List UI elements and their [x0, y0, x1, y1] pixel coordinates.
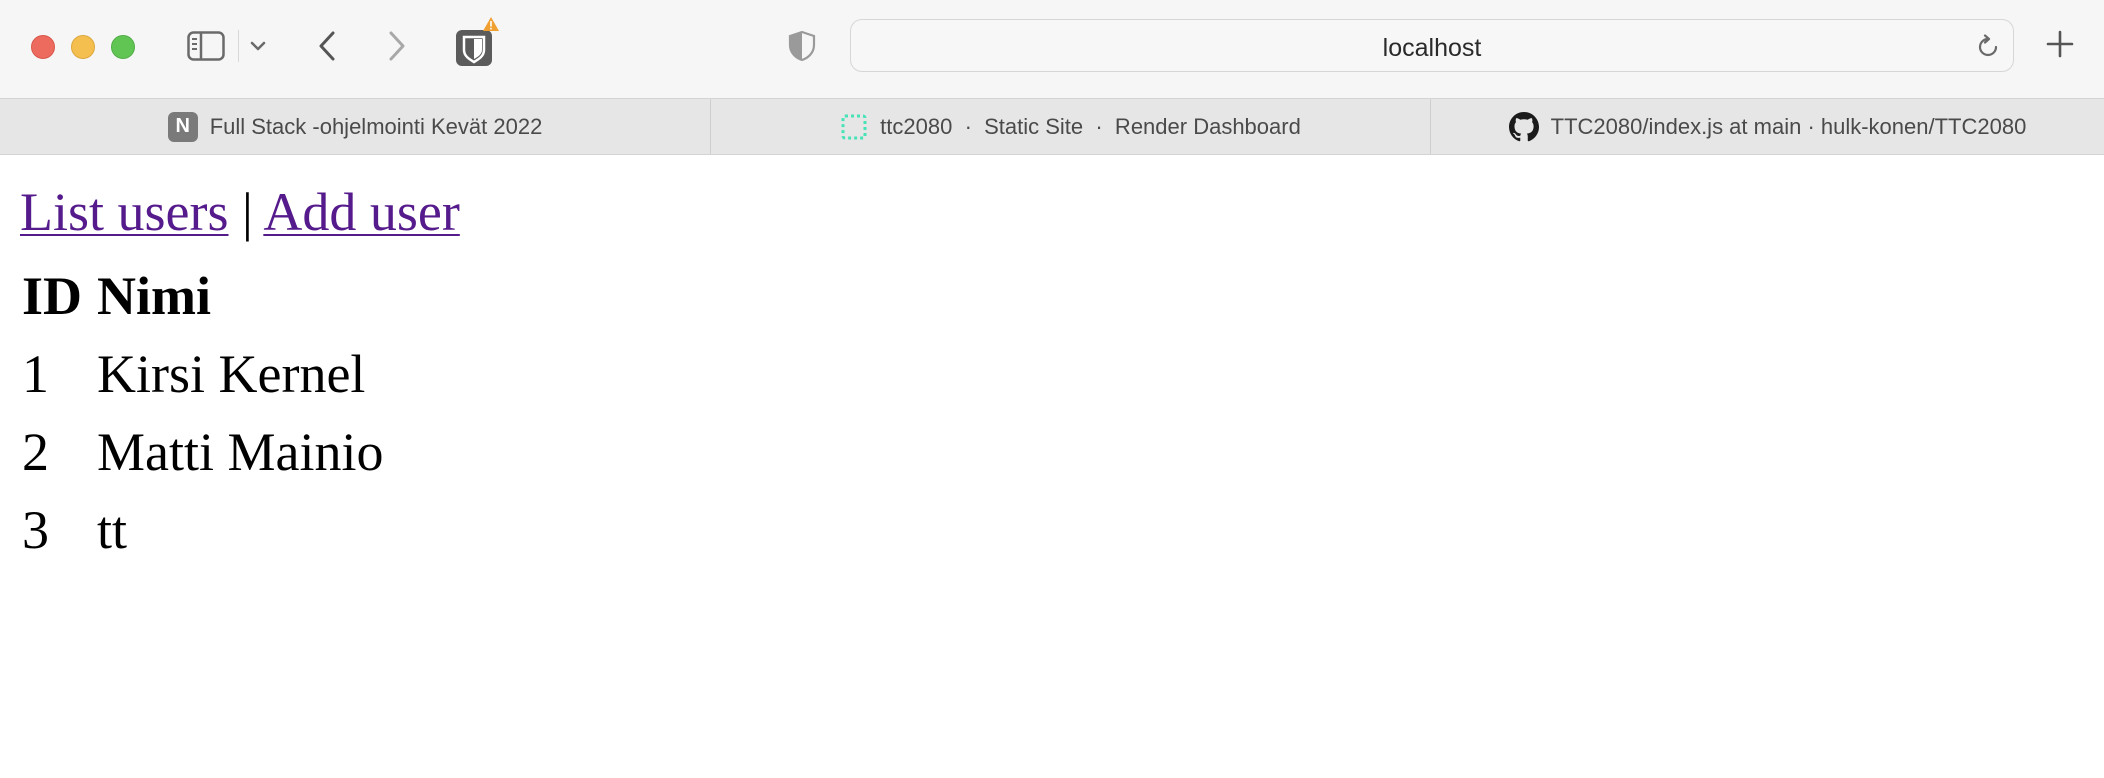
tab-bar: N Full Stack -ohjelmointi Kevät 2022 ttc…: [0, 98, 2104, 155]
tab-github[interactable]: TTC2080/index.js at main · hulk-konen/TT…: [1431, 99, 2104, 154]
window-maximize-button[interactable]: [111, 35, 135, 59]
list-users-link[interactable]: List users: [20, 182, 229, 242]
page-nav: List users | Add user: [20, 181, 460, 243]
cell-id: 3: [22, 500, 49, 560]
table-row: 3 tt: [22, 493, 383, 567]
browser-toolbar: localhost: [0, 0, 2104, 98]
shield-icon: [788, 30, 816, 62]
users-table: ID Nimi 1 Kirsi Kernel 2 Matti Mainio 3 …: [14, 255, 391, 571]
bitwarden-extension-button[interactable]: [454, 17, 499, 68]
cell-name: Matti Mainio: [97, 422, 384, 482]
github-icon: [1508, 111, 1539, 142]
tab-full-stack[interactable]: N Full Stack -ohjelmointi Kevät 2022: [0, 99, 711, 154]
window-close-button[interactable]: [31, 35, 55, 59]
sidebar-icon: [187, 31, 225, 61]
cell-name: tt: [97, 500, 128, 560]
back-button[interactable]: [312, 28, 342, 64]
address-text: localhost: [1382, 34, 1482, 62]
tab-render-dashboard[interactable]: ttc2080 · Static Site · Render Dashboard: [711, 99, 1431, 154]
column-header-id: ID: [22, 266, 83, 326]
sidebar-toggle-button[interactable]: [186, 28, 226, 64]
cell-name: Kirsi Kernel: [97, 344, 366, 404]
page-content: List users | Add user ID Nimi 1 Kirsi Ke…: [0, 155, 2104, 778]
notion-icon: N: [167, 111, 198, 142]
add-user-link[interactable]: Add user: [263, 182, 459, 242]
window-minimize-button[interactable]: [71, 35, 95, 59]
cell-id: 1: [22, 344, 49, 404]
new-tab-button[interactable]: [2042, 26, 2078, 62]
chevron-right-icon: [389, 31, 405, 61]
forward-button[interactable]: [382, 28, 412, 64]
plus-icon: [2046, 30, 2074, 58]
chevron-down-icon: [250, 41, 266, 51]
privacy-report-button[interactable]: [784, 28, 820, 64]
cell-id: 2: [22, 422, 49, 482]
sidebar-menu-button[interactable]: [248, 36, 268, 56]
nav-separator: |: [242, 182, 253, 242]
address-bar[interactable]: localhost: [850, 19, 2014, 72]
render-icon: [840, 113, 868, 141]
toolbar-divider: [238, 30, 239, 62]
chevron-left-icon: [319, 31, 335, 61]
tab-label: Full Stack -ohjelmointi Kevät 2022: [209, 113, 543, 139]
column-header-name: Nimi: [97, 266, 211, 326]
warning-icon: [483, 17, 499, 31]
table-row: 1 Kirsi Kernel: [22, 337, 383, 411]
reload-button[interactable]: [1973, 32, 2003, 62]
tab-label: TTC2080/index.js at main · hulk-konen/TT…: [1550, 113, 2027, 139]
reload-icon: [1978, 34, 1998, 57]
table-header-row: ID Nimi: [22, 259, 383, 333]
tab-label: ttc2080 · Static Site · Render Dashboard: [880, 113, 1301, 139]
table-row: 2 Matti Mainio: [22, 415, 383, 489]
